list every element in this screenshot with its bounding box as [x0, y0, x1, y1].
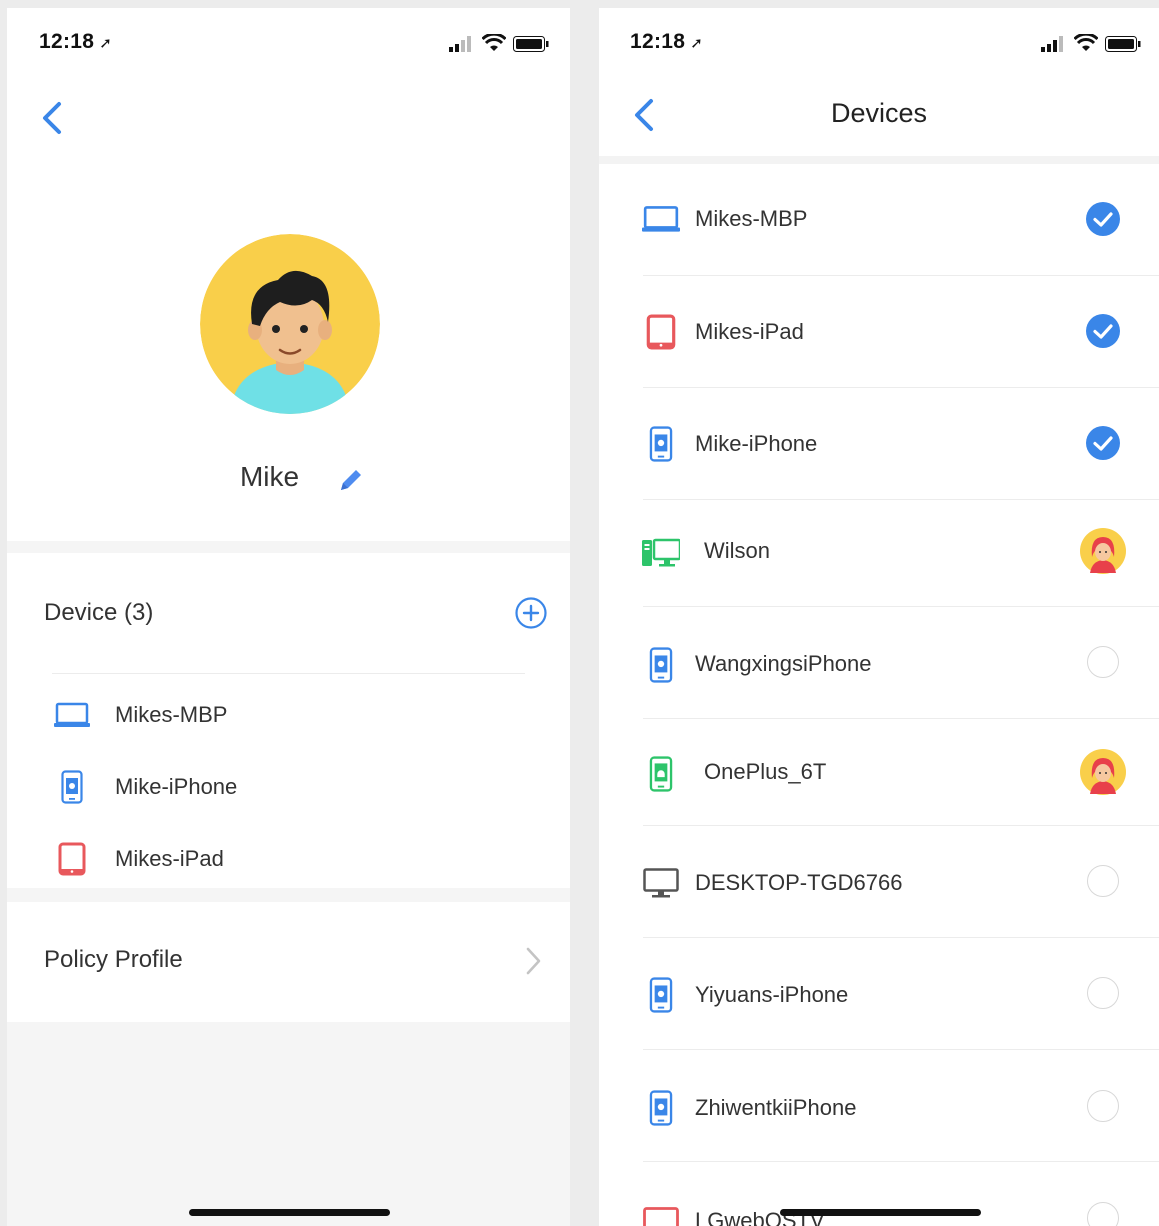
- device-section-title: Device (3): [44, 599, 154, 626]
- device-row-oneplus-6t[interactable]: OnePlus_6T: [599, 719, 1159, 826]
- unchecked-circle-icon[interactable]: [1087, 865, 1119, 897]
- check-circle-icon[interactable]: [1085, 201, 1121, 237]
- laptop-icon: [642, 206, 680, 232]
- avatar[interactable]: [200, 234, 380, 414]
- device-row-label: ZhiwentkiiPhone: [695, 1095, 857, 1120]
- device-row-label: Mikes-iPad: [695, 319, 804, 344]
- device-row-label: WangxingsiPhone: [695, 651, 872, 676]
- laptop-icon: [54, 702, 90, 727]
- devices-screen: 12:18 ➚ Devices Mikes-MBP Mikes-iPad Mike…: [599, 8, 1159, 1226]
- device-item-mike-iphone[interactable]: Mike-iPhone: [52, 767, 237, 807]
- signal-icon: [1041, 36, 1063, 52]
- device-row-label: DESKTOP-TGD6766: [695, 870, 903, 895]
- user-profile-screen: 12:18 ➚ Mike Device (3) Mikes-MBP Mike-i…: [7, 8, 570, 1226]
- device-row-desktop-tgd6766[interactable]: DESKTOP-TGD6766: [599, 826, 1159, 938]
- check-circle-icon[interactable]: [1085, 425, 1121, 461]
- user-name: Mike: [239, 461, 300, 492]
- policy-profile-row[interactable]: Policy Profile: [7, 902, 570, 1022]
- unchecked-circle-icon[interactable]: [1087, 646, 1119, 678]
- wifi-icon: [1074, 34, 1098, 51]
- status-icons: [449, 34, 549, 52]
- battery-icon: [1105, 36, 1141, 52]
- location-arrow-icon: ➚: [99, 35, 113, 52]
- chevron-right-icon: [526, 947, 541, 975]
- ipad-icon: [58, 842, 86, 876]
- divider: [52, 673, 525, 674]
- policy-profile-label: Policy Profile: [44, 946, 183, 973]
- iphone-icon: [649, 977, 673, 1013]
- device-row-label: Mikes-MBP: [695, 206, 808, 231]
- back-chevron-icon[interactable]: [37, 98, 67, 138]
- plus-circle-icon[interactable]: [514, 596, 548, 630]
- status-time: 12:18 ➚: [630, 30, 704, 53]
- device-row-mikes-mbp[interactable]: Mikes-MBP: [599, 164, 1159, 276]
- status-icons: [1041, 34, 1141, 52]
- wifi-icon: [482, 34, 506, 51]
- android-phone-icon: [649, 756, 673, 792]
- device-row-label: OnePlus_6T: [704, 759, 827, 784]
- device-item-label: Mikes-MBP: [115, 702, 228, 727]
- page-title: Devices: [830, 98, 928, 128]
- device-item-label: Mike-iPhone: [115, 774, 238, 799]
- tv-icon: [643, 1207, 679, 1226]
- user-avatar-icon[interactable]: [1079, 748, 1127, 796]
- location-arrow-icon: ➚: [690, 35, 704, 52]
- user-avatar-icon[interactable]: [1079, 527, 1127, 575]
- device-row-mike-iphone[interactable]: Mike-iPhone: [599, 388, 1159, 500]
- iphone-icon: [649, 1090, 673, 1126]
- device-row-label: Wilson: [704, 538, 771, 563]
- device-item-mikes-mbp[interactable]: Mikes-MBP: [52, 695, 227, 735]
- device-row-label: Mike-iPhone: [695, 431, 818, 456]
- unchecked-circle-icon[interactable]: [1087, 977, 1119, 1009]
- device-row-wilson[interactable]: Wilson: [599, 500, 1159, 607]
- iphone-icon: [61, 770, 83, 804]
- device-section: Device (3) Mikes-MBP Mike-iPhone Mikes-i…: [7, 553, 570, 888]
- device-item-mikes-ipad[interactable]: Mikes-iPad: [52, 839, 224, 879]
- device-item-label: Mikes-iPad: [115, 846, 224, 871]
- desktop-pc-icon: [642, 538, 680, 567]
- iphone-icon: [649, 426, 673, 462]
- monitor-icon: [643, 868, 679, 898]
- status-time: 12:18 ➚: [39, 30, 113, 53]
- device-row-lgwebostv[interactable]: LGwebOSTV: [599, 1162, 1159, 1226]
- pencil-icon[interactable]: [335, 464, 367, 496]
- ipad-icon: [646, 314, 676, 350]
- profile-header: 12:18 ➚ Mike: [7, 8, 570, 541]
- unchecked-circle-icon[interactable]: [1087, 1202, 1119, 1226]
- device-row-wangxingsiphone[interactable]: WangxingsiPhone: [599, 607, 1159, 719]
- device-row-zhiwentkiiphone[interactable]: ZhiwentkiiPhone: [599, 1050, 1159, 1162]
- home-indicator[interactable]: [780, 1209, 981, 1216]
- battery-icon: [513, 36, 549, 52]
- iphone-icon: [649, 647, 673, 683]
- device-row-mikes-ipad[interactable]: Mikes-iPad: [599, 276, 1159, 388]
- unchecked-circle-icon[interactable]: [1087, 1090, 1119, 1122]
- check-circle-icon[interactable]: [1085, 313, 1121, 349]
- device-row-yiyuans-iphone[interactable]: Yiyuans-iPhone: [599, 938, 1159, 1050]
- divider: [599, 156, 1159, 164]
- device-row-label: Yiyuans-iPhone: [695, 982, 849, 1007]
- home-indicator[interactable]: [189, 1209, 390, 1216]
- signal-icon: [449, 36, 471, 52]
